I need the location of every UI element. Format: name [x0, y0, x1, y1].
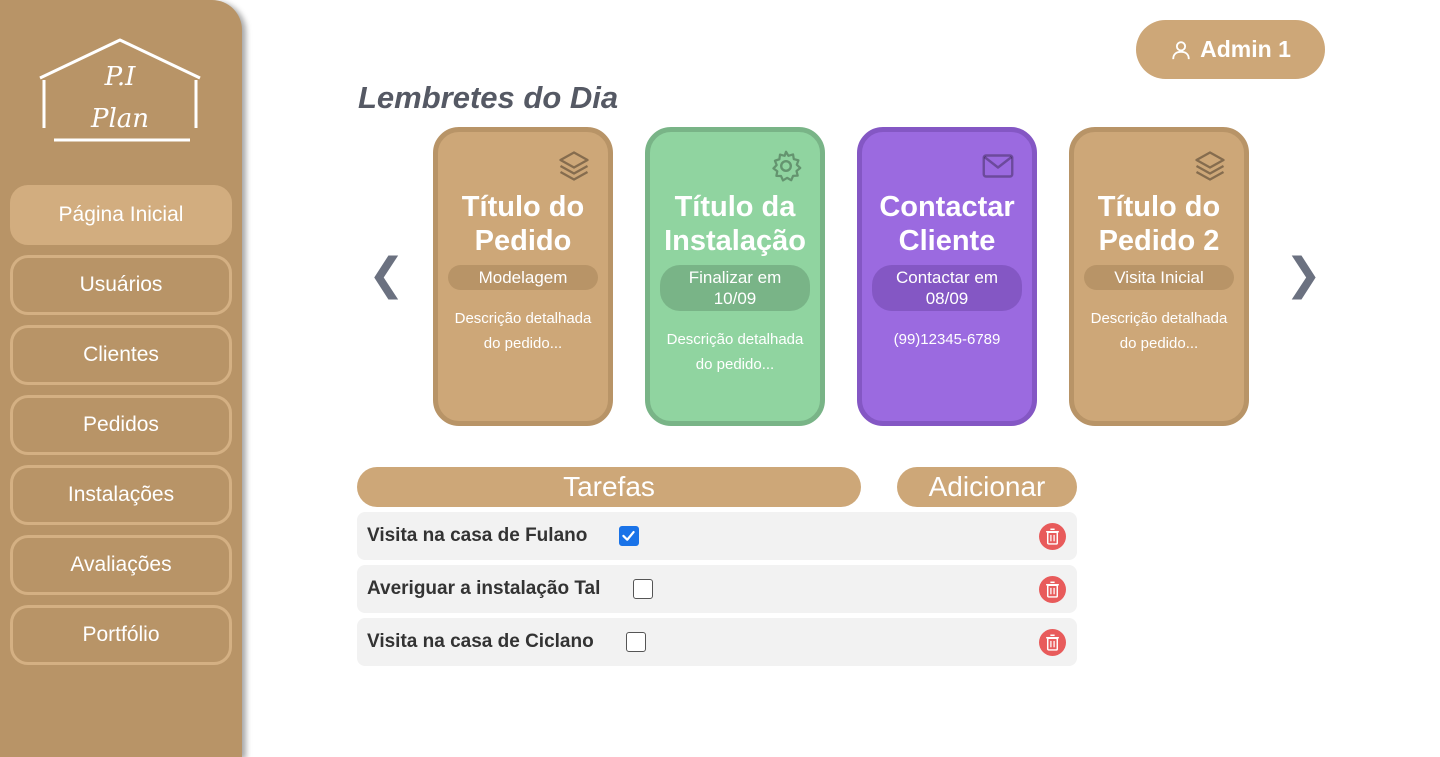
task-checkbox[interactable] — [633, 579, 653, 599]
card-title: Título da Instalação — [650, 190, 820, 258]
card-phone: (99)12345-6789 — [893, 331, 1001, 348]
task-label: Averiguar a instalação Tal — [367, 578, 601, 599]
reminders-title: Lembretes do Dia — [358, 80, 619, 115]
logo-text-line2: Plan — [90, 104, 150, 134]
reminder-card-contactar-cliente[interactable]: Contactar Cliente Contactar em 08/09 (99… — [857, 127, 1037, 426]
sidebar-item-instalacoes[interactable]: Instalações — [10, 465, 232, 525]
card-title: Contactar Cliente — [862, 190, 1032, 258]
card-tag: Finalizar em 10/09 — [660, 265, 810, 311]
card-tag: Visita Inicial — [1084, 265, 1234, 290]
mail-icon — [982, 154, 1014, 178]
trash-icon — [1046, 581, 1059, 598]
sidebar-item-clientes[interactable]: Clientes — [10, 325, 232, 385]
task-row: Visita na casa de Ciclano — [357, 618, 1077, 666]
card-title-line2: Cliente — [898, 225, 996, 257]
app-root: P.I Plan Página Inicial Usuários Cliente… — [0, 0, 1440, 757]
user-menu-button[interactable]: Admin 1 — [1136, 20, 1325, 79]
tasks-header: Tarefas — [357, 467, 861, 507]
card-description: Descrição detalhada do pedido... — [666, 331, 804, 373]
card-title-line2: Instalação — [664, 225, 806, 257]
sidebar-item-portfolio[interactable]: Portfólio — [10, 605, 232, 665]
reminder-card-titulo-do-pedido-2[interactable]: Título do Pedido 2 Visita Inicial Descri… — [1069, 127, 1249, 426]
card-description: Descrição detalhada do pedido... — [454, 310, 592, 352]
task-row: Visita na casa de Fulano — [357, 512, 1077, 560]
delete-task-button[interactable] — [1039, 576, 1066, 603]
sidebar-item-avaliacoes[interactable]: Avaliações — [10, 535, 232, 595]
card-title: Título do Pedido 2 — [1074, 190, 1244, 258]
sidebar: P.I Plan Página Inicial Usuários Cliente… — [0, 0, 242, 757]
reminder-card-titulo-da-instalacao[interactable]: Título da Instalação Finalizar em 10/09 … — [645, 127, 825, 426]
sidebar-item-pagina-inicial[interactable]: Página Inicial — [10, 185, 232, 245]
task-label: Visita na casa de Ciclano — [367, 631, 594, 652]
card-title-line1: Contactar — [879, 191, 1015, 223]
sidebar-item-pedidos[interactable]: Pedidos — [10, 395, 232, 455]
sidebar-item-usuarios[interactable]: Usuários — [10, 255, 232, 315]
delete-task-button[interactable] — [1039, 523, 1066, 550]
task-label: Visita na casa de Fulano — [367, 525, 588, 546]
reminder-card-titulo-do-pedido[interactable]: Título do Pedido Modelagem Descrição det… — [433, 127, 613, 426]
sidebar-nav: Página Inicial Usuários Clientes Pedidos… — [10, 185, 232, 675]
card-title: Título do Pedido — [438, 190, 608, 258]
card-description: Descrição detalhada do pedido... — [1090, 310, 1228, 352]
gear-icon — [772, 150, 802, 182]
logo-text-line1: P.I — [104, 62, 136, 92]
card-tag: Modelagem — [448, 265, 598, 290]
trash-icon — [1046, 634, 1059, 651]
carousel-next-button[interactable]: ❯ — [1285, 250, 1322, 300]
task-checkbox[interactable] — [626, 632, 646, 652]
card-title-line1: Título do — [1097, 191, 1221, 223]
check-icon — [622, 530, 635, 541]
user-name: Admin 1 — [1200, 36, 1291, 62]
card-title-line2: Pedido — [474, 225, 572, 257]
delete-task-button[interactable] — [1039, 629, 1066, 656]
card-title-line2: Pedido 2 — [1098, 225, 1220, 257]
layers-icon — [559, 151, 589, 181]
card-title-line1: Título do — [461, 191, 585, 223]
task-checkbox[interactable] — [619, 526, 639, 546]
user-icon — [1172, 40, 1190, 59]
trash-icon — [1046, 528, 1059, 545]
add-task-button[interactable]: Adicionar — [897, 467, 1077, 507]
carousel-prev-button[interactable]: ❮ — [368, 250, 405, 300]
card-tag: Contactar em 08/09 — [872, 265, 1022, 311]
layers-icon — [1195, 151, 1225, 181]
card-title-line1: Título da — [674, 191, 796, 223]
task-row: Averiguar a instalação Tal — [357, 565, 1077, 613]
app-logo[interactable]: P.I Plan — [36, 36, 204, 148]
